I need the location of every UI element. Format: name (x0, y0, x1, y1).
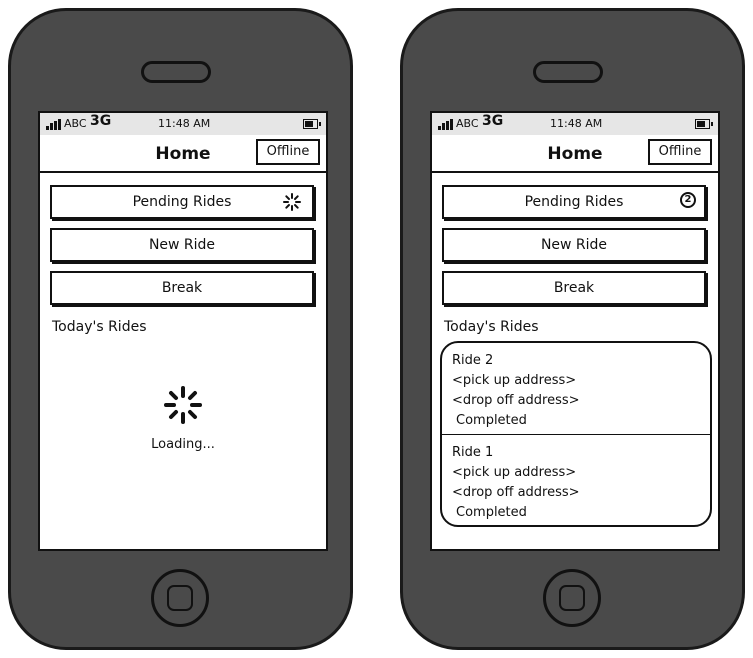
battery-icon (303, 119, 321, 129)
signal-bars-icon (438, 119, 453, 130)
ride-title: Ride 2 (452, 353, 494, 368)
battery-icon (695, 119, 713, 129)
clock: 11:48 AM (550, 117, 603, 130)
new-ride-button[interactable]: New Ride (50, 228, 314, 262)
new-ride-button[interactable]: New Ride (442, 228, 706, 262)
loading-text: Loading... (151, 437, 215, 452)
clock: 11:48 AM (158, 117, 211, 130)
network-label: 3G (482, 113, 504, 129)
pending-count-badge: 2 (680, 192, 696, 208)
list-item[interactable]: Ride 1 <pick up address> <drop off addre… (442, 435, 710, 525)
carrier-label: ABC (64, 117, 87, 130)
phone-right: ABC 3G 11:48 AM Home Offline Pending Rid… (400, 8, 745, 650)
status-bar: ABC 3G 11:48 AM (40, 113, 326, 135)
break-button[interactable]: Break (442, 271, 706, 305)
rides-list: Ride 2 <pick up address> <drop off addre… (440, 341, 712, 527)
loading-spinner-icon (283, 193, 301, 211)
pickup-address: <pick up address> (452, 373, 577, 388)
signal-bars-icon (46, 119, 61, 130)
ride-status: Completed (456, 505, 527, 520)
loading-indicator: Loading... (40, 385, 326, 452)
pending-rides-label: Pending Rides (524, 194, 624, 210)
todays-rides-heading: Today's Rides (52, 319, 147, 335)
status-bar: ABC 3G 11:48 AM (432, 113, 718, 135)
pickup-address: <pick up address> (452, 465, 577, 480)
phone-left: ABC 3G 11:48 AM Home Offline Pending Rid… (8, 8, 353, 650)
dropoff-address: <drop off address> (452, 485, 580, 500)
carrier-label: ABC (456, 117, 479, 130)
ride-title: Ride 1 (452, 445, 494, 460)
screen-right: ABC 3G 11:48 AM Home Offline Pending Rid… (430, 111, 720, 551)
speaker-slot-icon (141, 61, 211, 83)
offline-button[interactable]: Offline (648, 139, 712, 165)
pending-rides-button[interactable]: Pending Rides 2 (442, 185, 706, 219)
loading-spinner-icon (164, 386, 202, 424)
break-button[interactable]: Break (50, 271, 314, 305)
list-item[interactable]: Ride 2 <pick up address> <drop off addre… (442, 343, 710, 435)
home-button-icon[interactable] (151, 569, 209, 627)
home-button-icon[interactable] (543, 569, 601, 627)
network-label: 3G (90, 113, 112, 129)
screen-left: ABC 3G 11:48 AM Home Offline Pending Rid… (38, 111, 328, 551)
nav-bar: Home Offline (40, 135, 326, 173)
speaker-slot-icon (533, 61, 603, 83)
nav-bar: Home Offline (432, 135, 718, 173)
ride-status: Completed (456, 413, 527, 428)
pending-rides-label: Pending Rides (132, 194, 232, 210)
todays-rides-heading: Today's Rides (444, 319, 539, 335)
pending-rides-button[interactable]: Pending Rides (50, 185, 314, 219)
dropoff-address: <drop off address> (452, 393, 580, 408)
offline-button[interactable]: Offline (256, 139, 320, 165)
